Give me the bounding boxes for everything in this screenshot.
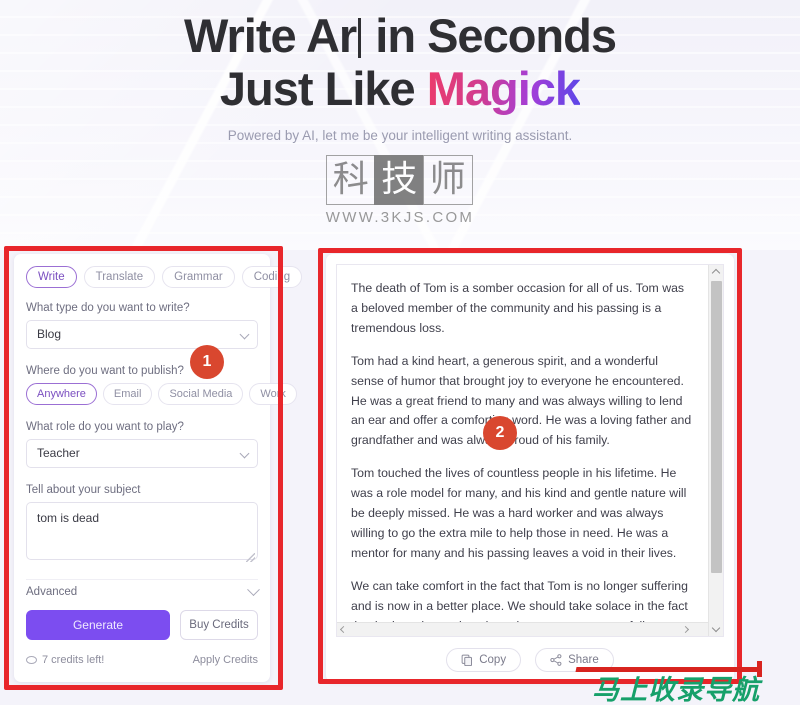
- tab-grammar[interactable]: Grammar: [162, 266, 235, 288]
- buy-credits-button[interactable]: Buy Credits: [180, 610, 258, 640]
- pill-anywhere[interactable]: Anywhere: [26, 383, 97, 405]
- output-paragraph: The death of Tom is a somber occasion fo…: [351, 281, 685, 335]
- share-icon: [550, 654, 562, 666]
- coin-icon: [26, 656, 37, 664]
- chevron-down-icon: [239, 448, 250, 459]
- advanced-label: Advanced: [26, 586, 78, 598]
- logo-character-boxes: 科 技 师: [325, 155, 473, 205]
- logo-url-text: WWW.3KJS.COM: [325, 209, 475, 226]
- bottom-watermark: 马上收录导航: [570, 661, 800, 705]
- headline-text-pre: Write Ar: [184, 9, 357, 62]
- annotation-marker-1: 1: [190, 345, 224, 379]
- headline-line2-pre: Just Like: [219, 61, 427, 115]
- chevron-down-icon: [239, 329, 250, 340]
- credits-row: 7 credits left! Apply Credits: [26, 654, 258, 666]
- role-select[interactable]: Teacher: [26, 439, 258, 468]
- output-text-area: The death of Tom is a somber occasion fo…: [336, 264, 724, 637]
- pill-email[interactable]: Email: [102, 383, 153, 405]
- scroll-up-arrow-icon[interactable]: [709, 265, 723, 280]
- generate-button[interactable]: Generate: [26, 610, 170, 640]
- credits-status: 7 credits left!: [26, 654, 104, 666]
- annotation-marker-2: 2: [483, 416, 517, 450]
- copy-button[interactable]: Copy: [446, 648, 522, 672]
- publish-target-pills: Anywhere Email Social Media Work: [26, 383, 297, 405]
- tab-coding[interactable]: Coding: [241, 266, 303, 288]
- subject-field-wrap: [26, 502, 258, 565]
- subject-textarea[interactable]: [26, 502, 258, 560]
- headline-accent-word: Magick: [426, 61, 581, 115]
- hero-tagline: Powered by AI, let me be your intelligen…: [227, 128, 573, 144]
- page-subtitle: Just Like Magick: [0, 61, 800, 116]
- credits-text: 7 credits left!: [42, 654, 105, 666]
- copy-icon: [461, 654, 473, 666]
- vertical-scrollbar-thumb[interactable]: [711, 281, 722, 573]
- tab-translate[interactable]: Translate: [83, 266, 156, 288]
- output-paragraph: Tom touched the lives of countless peopl…: [351, 466, 687, 560]
- hero-section: Write Ar in Seconds Just Like Magick Pow…: [0, 0, 800, 143]
- pill-social-media[interactable]: Social Media: [158, 383, 244, 405]
- copy-label: Copy: [479, 654, 507, 666]
- action-button-row: Generate Buy Credits: [26, 610, 258, 640]
- watermark-text: 马上收录导航: [592, 675, 760, 705]
- output-paragraph: Tom had a kind heart, a generous spirit,…: [351, 353, 692, 448]
- write-type-value: Blog: [37, 327, 62, 341]
- pill-work[interactable]: Work: [249, 383, 297, 405]
- logo-char-3: 师: [422, 155, 473, 205]
- role-value: Teacher: [37, 446, 80, 460]
- output-panel: The death of Tom is a somber occasion fo…: [326, 254, 734, 682]
- vertical-scrollbar[interactable]: [708, 265, 723, 636]
- apply-credits-link[interactable]: Apply Credits: [193, 654, 258, 666]
- scroll-down-arrow-icon[interactable]: [709, 621, 723, 636]
- site-logo-watermark: 科 技 师 WWW.3KJS.COM: [0, 155, 800, 226]
- scroll-right-arrow-icon[interactable]: [679, 623, 693, 636]
- headline-text-post: in Seconds: [363, 9, 617, 62]
- text-caret-icon: [358, 18, 362, 58]
- write-type-label: What type do you want to write?: [26, 302, 190, 314]
- mode-tabs: Write Translate Grammar Coding: [26, 266, 303, 288]
- logo-char-2: 技: [374, 155, 425, 205]
- subject-label: Tell about your subject: [26, 484, 141, 496]
- composer-form-panel: Write Translate Grammar Coding What type…: [14, 254, 303, 682]
- horizontal-scrollbar[interactable]: [337, 622, 708, 636]
- page-title: Write Ar in Seconds: [0, 0, 800, 63]
- advanced-toggle[interactable]: Advanced: [26, 579, 260, 610]
- write-type-select[interactable]: Blog: [26, 320, 258, 349]
- chevron-down-icon: [247, 582, 260, 596]
- logo-char-1: 科: [325, 155, 376, 205]
- output-paragraph: We can take comfort in the fact that Tom…: [351, 578, 688, 622]
- scroll-left-arrow-icon[interactable]: [337, 623, 351, 636]
- generated-text[interactable]: The death of Tom is a somber occasion fo…: [337, 265, 708, 622]
- role-label: What role do you want to play?: [26, 421, 184, 433]
- tab-write[interactable]: Write: [26, 266, 77, 288]
